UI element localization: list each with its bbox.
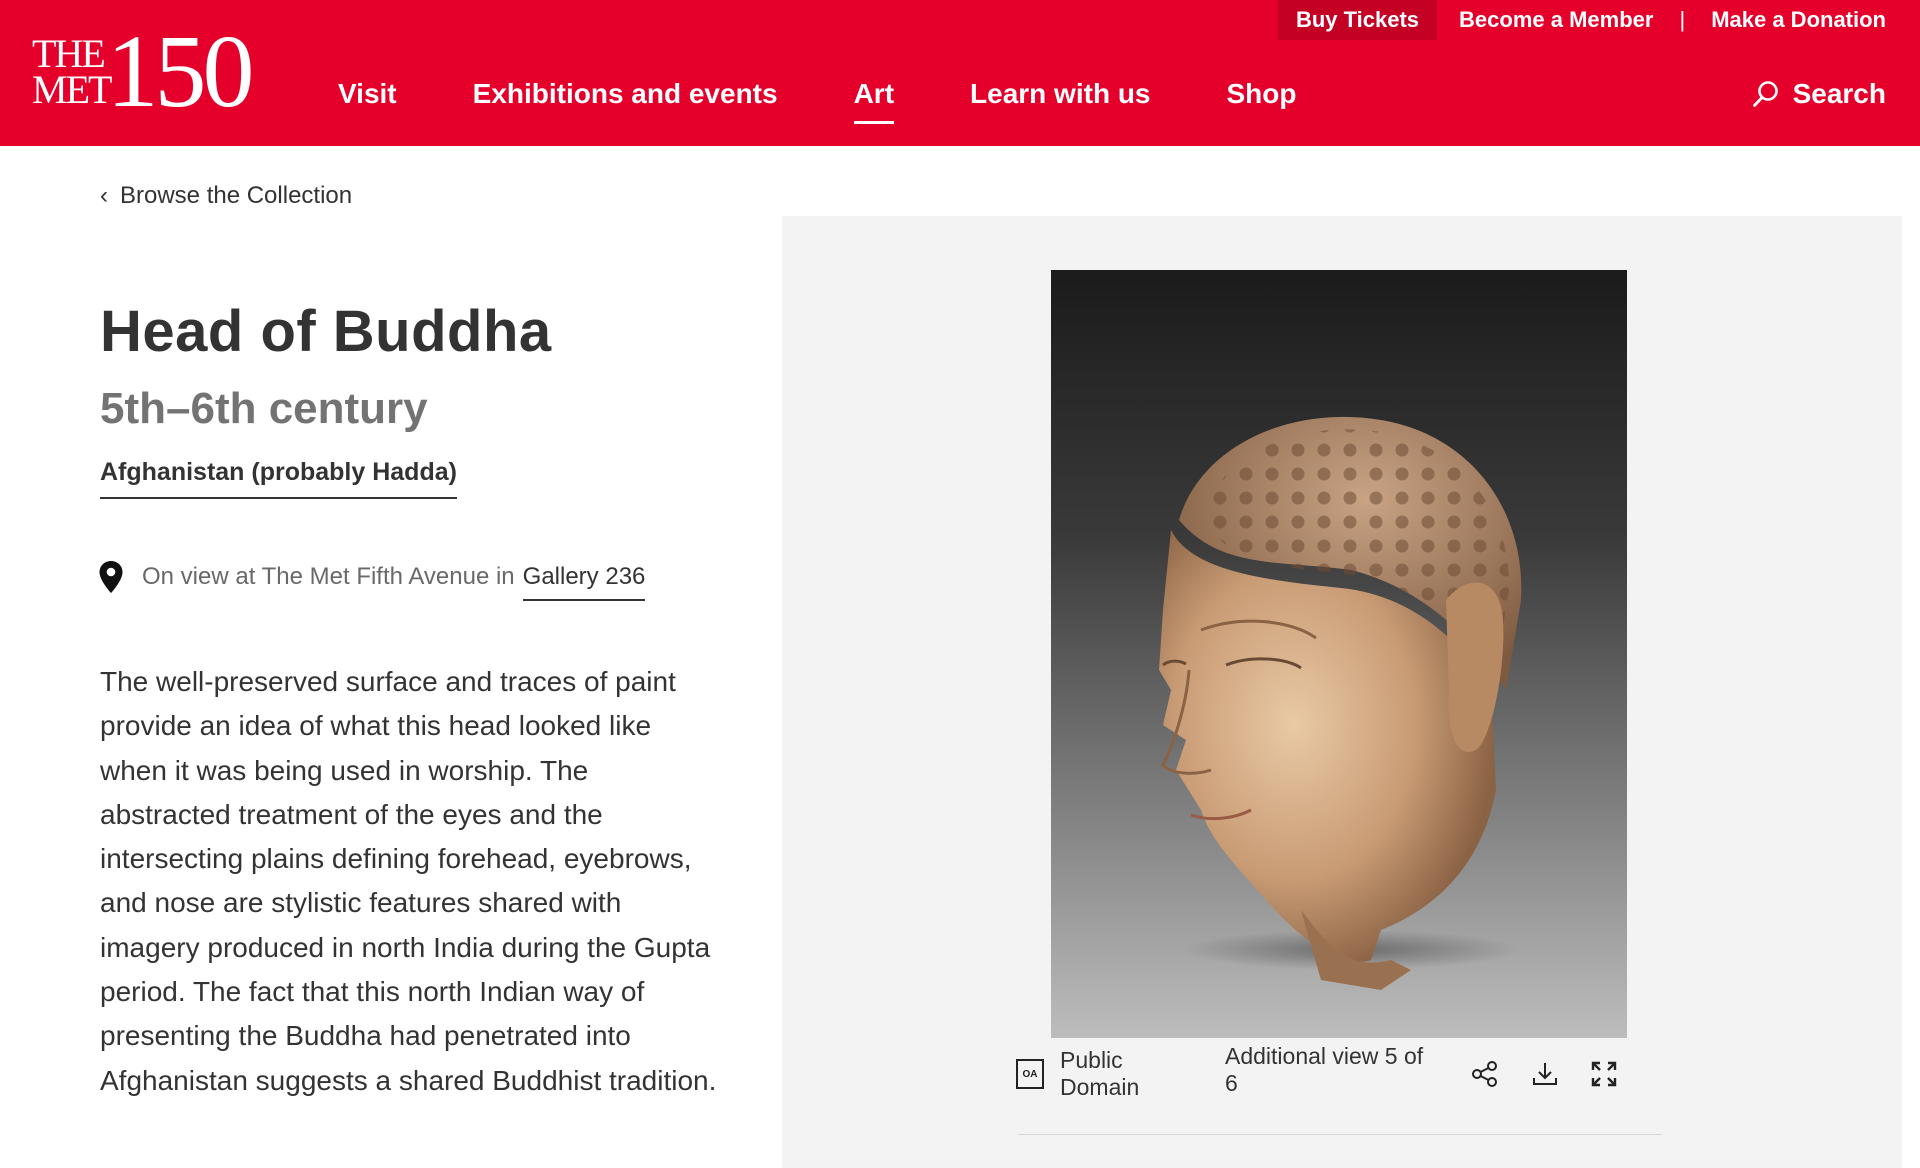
- artwork-title: Head of Buddha: [100, 299, 552, 364]
- logo-line-met: MET: [32, 67, 112, 112]
- on-view-info: On view at The Met Fifth Avenue in Galle…: [98, 558, 646, 601]
- nav-exhibitions-and-events[interactable]: Exhibitions and events: [473, 78, 778, 110]
- nav-visit[interactable]: Visit: [338, 78, 397, 110]
- become-member-link[interactable]: Become a Member: [1459, 7, 1653, 33]
- fullscreen-button[interactable]: [1589, 1057, 1620, 1091]
- chevron-left-icon: ‹: [100, 182, 108, 209]
- on-view-text: On view at The Met Fifth Avenue in: [142, 563, 515, 590]
- logo-number: 150: [106, 14, 254, 129]
- artwork-description: The well-preserved surface and traces of…: [100, 666, 717, 1096]
- browse-collection-label: Browse the Collection: [120, 182, 353, 209]
- site-header: Buy Tickets Become a Member | Make a Don…: [0, 0, 1920, 146]
- search-button[interactable]: Search: [1751, 78, 1886, 110]
- buddha-head-illustration: [1159, 416, 1522, 990]
- license-label: Public Domain: [1060, 1047, 1140, 1100]
- image-toolbar: OA Public Domain Additional view 5 of 6: [1016, 1043, 1648, 1100]
- artwork-date: 5th–6th century: [100, 384, 428, 433]
- nav-art[interactable]: Art: [853, 78, 895, 124]
- share-button[interactable]: [1470, 1057, 1501, 1091]
- browse-collection-link[interactable]: ‹ Browse the Collection: [100, 182, 352, 210]
- download-icon: [1532, 1063, 1557, 1085]
- main-nav: Visit Exhibitions and events Art Learn w…: [338, 78, 1373, 124]
- download-button[interactable]: [1529, 1057, 1560, 1091]
- expand-icon: [1592, 1061, 1617, 1087]
- search-icon: [1752, 81, 1778, 107]
- panel-divider: [1018, 1134, 1662, 1135]
- utility-nav: Buy Tickets Become a Member | Make a Don…: [1277, 0, 1920, 40]
- open-access-icon: OA: [1016, 1059, 1045, 1089]
- location-pin-icon: [99, 561, 123, 593]
- view-counter: Additional view 5 of 6: [1225, 1043, 1424, 1096]
- met-150-logo[interactable]: THE MET 150: [32, 14, 254, 129]
- utility-separator: |: [1679, 7, 1686, 32]
- share-icon: [1472, 1061, 1498, 1087]
- artwork-place-link[interactable]: Afghanistan (probably Hadda): [100, 458, 457, 499]
- search-label: Search: [1792, 78, 1886, 109]
- logo-wordmark: THE MET: [32, 34, 112, 112]
- gallery-link[interactable]: Gallery 236: [522, 563, 646, 601]
- nav-learn-with-us[interactable]: Learn with us: [970, 78, 1150, 110]
- artwork-image[interactable]: [1051, 270, 1627, 1038]
- nav-shop[interactable]: Shop: [1227, 78, 1297, 110]
- make-donation-link[interactable]: Make a Donation: [1711, 7, 1886, 33]
- buy-tickets-link[interactable]: Buy Tickets: [1277, 0, 1438, 40]
